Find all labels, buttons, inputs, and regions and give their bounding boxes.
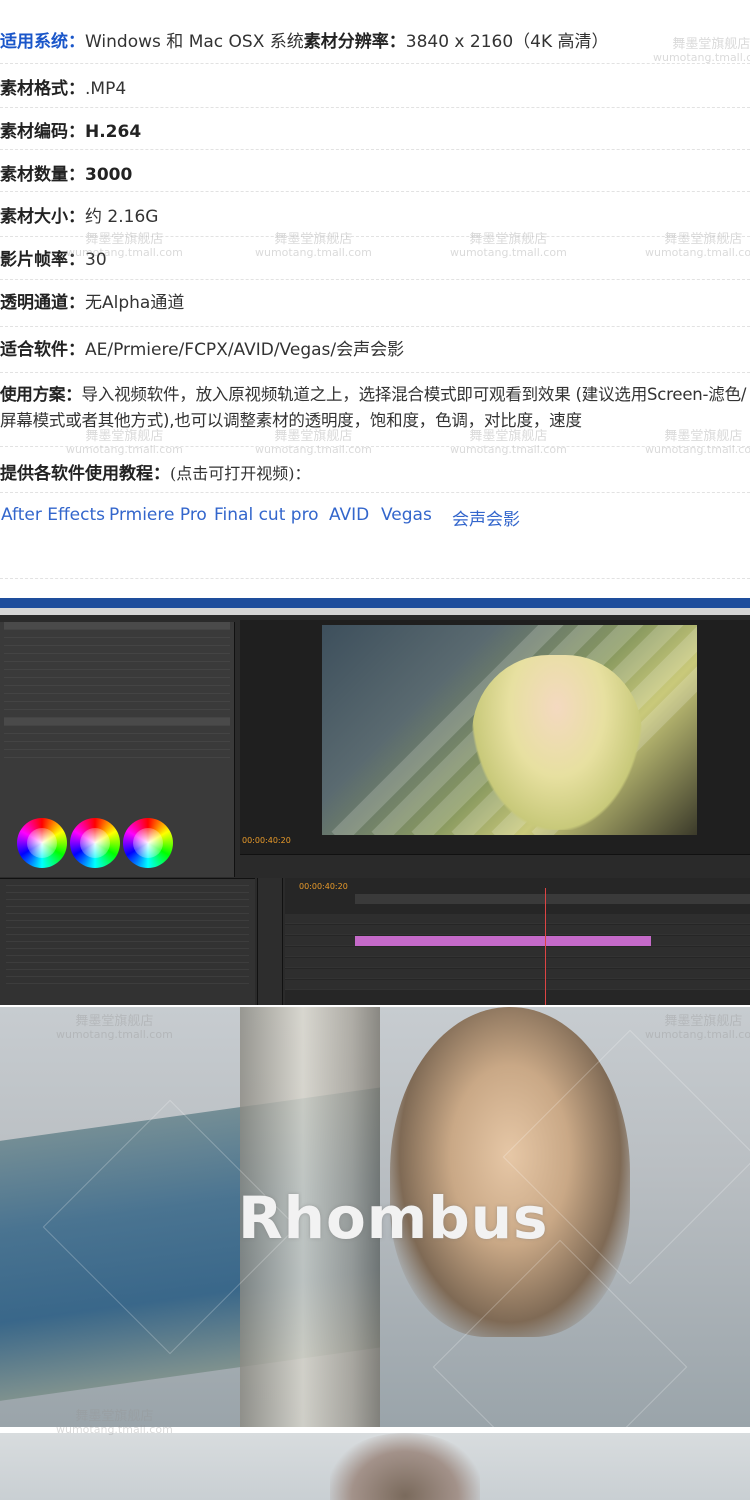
tutorial-label: 提供各软件使用教程： — [0, 464, 170, 484]
link-vegas[interactable]: Vegas — [381, 505, 432, 525]
next-showcase-image — [0, 1433, 750, 1500]
alpha-value: 无Alpha通道 — [85, 293, 185, 313]
track-a3 — [285, 969, 750, 979]
timeline-clip — [355, 936, 651, 946]
divider — [0, 107, 750, 108]
spec-alpha-row: 透明通道：无Alpha通道 — [0, 292, 184, 314]
track-a2 — [285, 958, 750, 968]
divider — [0, 446, 750, 447]
divider — [0, 63, 750, 64]
spec-fps-row: 影片帧率：30 — [0, 249, 107, 271]
timeline-timecode: 00:00:40:20 — [299, 882, 348, 891]
playhead — [545, 888, 546, 1005]
link-premiere-pro[interactable]: Prmiere Pro — [109, 505, 207, 525]
effects-panel — [0, 878, 255, 1005]
count-label: 素材数量： — [0, 165, 85, 185]
premiere-titlebar — [0, 598, 750, 608]
tutorial-row: 提供各软件使用教程：(点击可打开视频)： — [0, 463, 311, 485]
system-label: 适用系统： — [0, 32, 85, 52]
tools-panel — [257, 878, 283, 1005]
color-wheel-shadows — [17, 818, 67, 868]
spec-usage-row: 使用方案：导入视频软件，放入原视频轨道之上，选择混合模式即可观看到效果 (建议选… — [0, 382, 750, 434]
usage-value: 导入视频软件，放入原视频轨道之上，选择混合模式即可观看到效果 (建议选用Scre… — [0, 385, 747, 430]
watermark: 舞墨堂旗舰店wumotang.tmall.com — [653, 37, 750, 64]
count-value: 3000 — [85, 165, 133, 185]
effect-controls-panel — [0, 622, 235, 877]
divider — [0, 236, 750, 237]
premiere-screenshot: 00:00:40:20 00:00:40:20 — [0, 598, 750, 1005]
divider — [0, 578, 750, 579]
monitor-timecode: 00:00:40:20 — [242, 836, 291, 845]
divider — [0, 492, 750, 493]
track-a1 — [285, 947, 750, 957]
codec-value: H.264 — [85, 122, 142, 142]
link-final-cut-pro[interactable]: Final cut pro — [214, 505, 319, 525]
software-value: AE/Prmiere/FCPX/AVID/Vegas/会声会影 — [85, 340, 405, 360]
size-value: 约 2.16G — [85, 207, 159, 227]
codec-label: 素材编码： — [0, 122, 85, 142]
format-value: .MP4 — [85, 79, 127, 99]
fps-label: 影片帧率： — [0, 250, 85, 270]
alpha-label: 透明通道： — [0, 293, 85, 313]
showcase-title: Rhombus — [238, 1184, 549, 1252]
software-label: 适合软件： — [0, 340, 85, 360]
spec-count-row: 素材数量：3000 — [0, 164, 132, 186]
spec-software-row: 适合软件：AE/Prmiere/FCPX/AVID/Vegas/会声会影 — [0, 339, 404, 361]
rhombus-showcase-image: Rhombus — [0, 1007, 750, 1427]
resolution-value: 3840 x 2160（4K 高清） — [405, 32, 609, 52]
spec-size-row: 素材大小：约 2.16G — [0, 206, 158, 228]
timeline-panel: 00:00:40:20 — [285, 878, 750, 1005]
link-huishenghuiying[interactable]: 会声会影 — [452, 505, 520, 530]
color-wheel-highlights — [123, 818, 173, 868]
size-label: 素材大小： — [0, 207, 85, 227]
spec-codec-row: 素材编码：H.264 — [0, 121, 141, 143]
timeline-ruler — [355, 894, 750, 904]
portrait-hood — [330, 1433, 480, 1500]
divider — [0, 279, 750, 280]
usage-label: 使用方案： — [0, 385, 82, 404]
divider — [0, 191, 750, 192]
premiere-menubar — [0, 608, 750, 615]
transport-controls — [240, 854, 750, 878]
link-after-effects[interactable]: After Effects — [1, 505, 105, 525]
fps-value: 30 — [85, 250, 107, 270]
tutorial-note: (点击可打开视频)： — [170, 464, 311, 483]
video-subject — [472, 655, 642, 830]
divider — [0, 326, 750, 327]
resolution-label: 素材分辨率： — [303, 32, 406, 52]
track-a4 — [285, 980, 750, 990]
divider — [0, 149, 750, 150]
spec-system-row: 适用系统：Windows 和 Mac OSX 系统素材分辨率：3840 x 21… — [0, 31, 609, 53]
color-wheel-midtones — [70, 818, 120, 868]
divider — [0, 372, 750, 373]
track-v2 — [285, 925, 750, 935]
track-v3 — [285, 914, 750, 924]
format-label: 素材格式： — [0, 79, 85, 99]
link-avid[interactable]: AVID — [329, 505, 369, 525]
program-monitor: 00:00:40:20 — [240, 620, 750, 878]
system-value: Windows 和 Mac OSX 系统 — [85, 32, 304, 52]
monitor-video-frame — [322, 625, 697, 835]
spec-format-row: 素材格式：.MP4 — [0, 78, 126, 100]
